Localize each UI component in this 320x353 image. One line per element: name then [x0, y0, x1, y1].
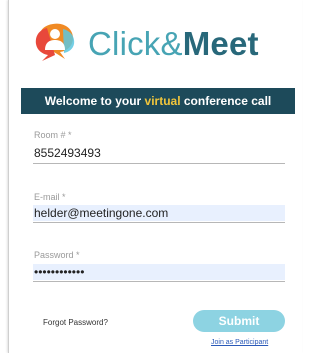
- room-underline: [33, 163, 285, 164]
- person-chat-bubbles-icon: [35, 23, 75, 61]
- welcome-text-before: Welcome to your: [44, 94, 145, 108]
- password-input[interactable]: [33, 264, 285, 280]
- password-label: Password *: [34, 250, 80, 260]
- welcome-text-after: conference call: [180, 94, 272, 108]
- room-input[interactable]: [33, 145, 285, 161]
- brand-name-part1: Click&: [88, 25, 183, 62]
- login-panel: Click&Meet Welcome to your virtual confe…: [8, 0, 302, 353]
- submit-button[interactable]: Submit: [193, 310, 285, 332]
- password-underline: [33, 281, 285, 282]
- brand-name-part2: Meet: [182, 25, 259, 62]
- join-as-participant-link[interactable]: Join as Participant: [211, 339, 268, 346]
- room-label: Room # *: [34, 130, 72, 140]
- welcome-banner: Welcome to your virtual conference call: [21, 88, 295, 114]
- email-input[interactable]: [33, 205, 285, 221]
- forgot-password-link[interactable]: Forgot Password?: [43, 318, 108, 327]
- brand-header: Click&Meet: [9, 16, 302, 68]
- brand-name: Click&Meet: [88, 26, 259, 62]
- email-underline: [33, 222, 285, 223]
- email-label: E-mail *: [34, 192, 66, 202]
- welcome-highlight: virtual: [144, 94, 181, 108]
